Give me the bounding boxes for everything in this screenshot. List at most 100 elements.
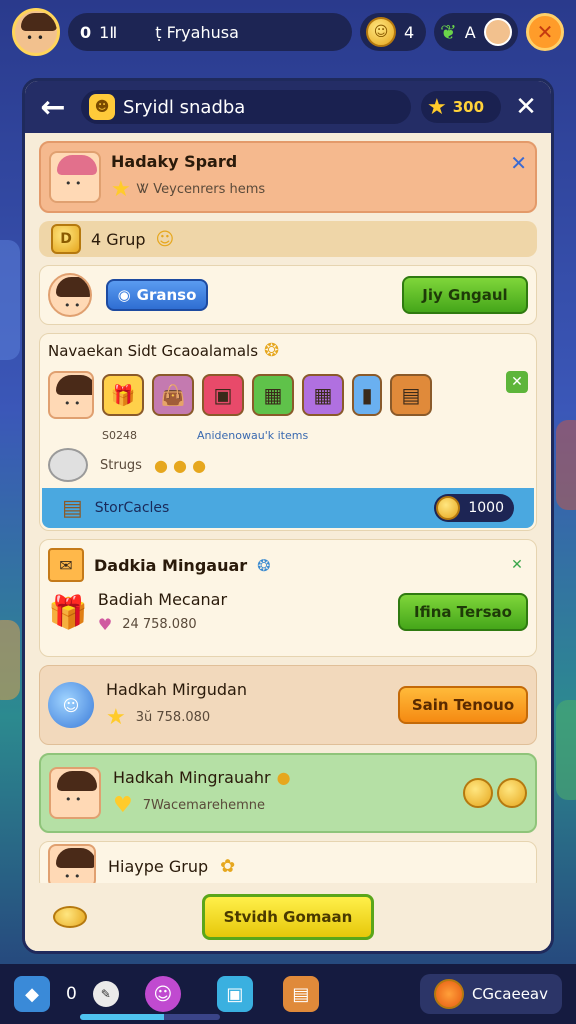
group-member-portrait [48, 273, 92, 317]
join-group-label: Jiy Gngaul [422, 286, 508, 304]
level-code: 1Ⅱ [99, 22, 118, 42]
coin-stack-icon [53, 906, 87, 928]
coin-icon [463, 778, 493, 808]
nav-progress-fill [80, 1014, 164, 1020]
inventory-count: S0248 [102, 429, 137, 442]
store-bar-price: 1000 [434, 494, 514, 522]
score-pill: ★ 300 [421, 91, 501, 123]
dots-icon: ● ● ● [153, 455, 207, 475]
panel-content: Hadaky Spard ★ Ꮤ Veycenrers hems ✕ D 4 G… [25, 133, 551, 907]
mission1-name: Badiah Mecanar [97, 590, 228, 609]
group-badge-icon: D [51, 224, 81, 254]
star-icon: ★ [111, 177, 131, 202]
wooden-chest-icon[interactable]: ▤ [390, 374, 432, 416]
chest-button[interactable]: CGcaeeav [419, 974, 562, 1014]
blue-jar-icon[interactable]: ▮ [352, 374, 382, 416]
coin-icon: ☺ [366, 17, 396, 47]
star-icon: ★ [427, 94, 447, 120]
mission-card-3: Hadkah Mingrauahr ● ♥ 7Wacemarehemne [39, 753, 537, 833]
panel-title-pill: ☻ Sryidl snadba [81, 90, 411, 124]
smile-nav-icon[interactable]: ☺ [144, 976, 181, 1012]
nav-count: 0 [66, 984, 77, 1004]
level-number: 0 [80, 22, 92, 42]
mission3-portrait [49, 767, 101, 819]
mission-card-2: ☺ Hadkah Mirgudan ★ 3ŭ 758.080 Sain Teno… [39, 665, 537, 745]
mission1-button[interactable]: Ifina Tersao [398, 593, 528, 631]
coin-icon [497, 778, 527, 808]
panel-title: Sryidl snadba [123, 96, 246, 118]
green-crate-icon[interactable]: ▦ [252, 374, 294, 416]
envelope-icon: ✉ [48, 548, 84, 582]
heart-icon: ♥ [97, 615, 113, 634]
background-tower [0, 240, 20, 360]
inventory-owner-portrait [48, 371, 94, 419]
mission-card-1: ✉ Dadkia Mingauar ❂ ✕ 🎁 Badiah Mecanar ♥… [39, 539, 537, 657]
strings-label: Strugs [100, 457, 142, 473]
badge-icon: ❂ [264, 340, 280, 361]
blue-orb-icon: ☺ [48, 682, 94, 728]
heart-badge-icon: ♥ [113, 793, 133, 818]
mission3-name: Hadkah Mingrauahr [113, 768, 271, 787]
inventory-close-icon[interactable]: ✕ [506, 371, 528, 393]
back-arrow-icon[interactable]: ← [35, 90, 71, 125]
group-tag-label: Granso [136, 286, 197, 304]
background-tree [556, 700, 576, 800]
main-action-label: Stvidh Gomaan [223, 908, 353, 926]
treasure-box-icon[interactable]: ▣ [202, 374, 244, 416]
gift-icon: 🎁 [48, 593, 88, 631]
coin-icon [436, 496, 461, 520]
inventory-title: Navaekan Sidt Gcaoalamals [48, 341, 259, 360]
info-icon: ◉ [117, 286, 131, 304]
nav-progress-bar [80, 1014, 220, 1020]
bag-nav-icon[interactable]: ▤ [282, 976, 319, 1012]
group-label: 4 Grup [91, 229, 146, 249]
purple-crate-icon[interactable]: ▦ [302, 374, 344, 416]
store-bar[interactable]: ▤ StorCacles 1000 [42, 488, 534, 528]
social-panel: ← ☻ Sryidl snadba ★ 300 ✕ Hadaky Spard ★… [22, 78, 554, 954]
close-icon[interactable]: ✕ [511, 92, 541, 122]
store-bar-value: 1000 [468, 500, 504, 516]
purse-icon[interactable]: 👜 [152, 374, 194, 416]
chat-icon[interactable]: ✎ [92, 981, 119, 1007]
settings-close-button[interactable]: ✕ [526, 13, 564, 51]
inventory-card: Navaekan Sidt Gcaoalamals ❂ 🎁 👜 ▣ ▦ ▦ ▮ … [39, 333, 537, 531]
mission1-button-label: Ifina Tersao [414, 603, 512, 621]
shield-icon: ☻ [89, 94, 115, 120]
strings-icon [48, 448, 88, 482]
panel-header: ← ☻ Sryidl snadba ★ 300 ✕ [25, 81, 551, 133]
leaf-icon: ✿ [220, 855, 236, 877]
featured-card[interactable]: Hadaky Spard ★ Ꮤ Veycenrers hems ✕ [39, 141, 537, 213]
mission1-value: 24 758.080 [122, 617, 197, 632]
coin-counter[interactable]: ☺ 4 [360, 13, 426, 51]
bottom-nav: ◆ 0 ✎ ☺ ▣ ▤ CGcaeeav [0, 964, 576, 1024]
mission2-button-label: Sain Tenouo [411, 696, 515, 714]
mission1-close-icon[interactable]: ✕ [506, 554, 528, 576]
join-group-button[interactable]: Jiy Gngaul [402, 276, 528, 314]
group-tag-button[interactable]: ◉ Granso [106, 279, 208, 311]
mission1-title: Dadkia Mingauar [94, 555, 248, 575]
player-info-pill[interactable]: 0 1Ⅱ ṭ Fryahusa [68, 13, 352, 51]
smile-icon: ☺ [155, 228, 175, 250]
badge-icon: ❂ [257, 555, 271, 575]
cube-icon[interactable]: ◆ [14, 976, 50, 1012]
mission2-button[interactable]: Sain Tenouo [398, 686, 528, 724]
player-avatar[interactable] [12, 8, 60, 56]
star-icon: ★ [106, 705, 126, 730]
main-action-button[interactable]: Stvidh Gomaan [202, 894, 374, 940]
mission2-value: 3ŭ 758.080 [135, 710, 211, 725]
gift-bag-icon[interactable]: 🎁 [102, 374, 144, 416]
coin-icon [53, 906, 87, 928]
inventory-desc: Anidenowau'k items [196, 429, 309, 442]
featured-name: Hadaky Spard [111, 152, 238, 171]
mission3-sub: 7Wacemarehemne [142, 798, 265, 813]
box-nav-icon[interactable]: ▣ [216, 976, 253, 1012]
friend-avatar[interactable] [483, 18, 512, 46]
background-shop [0, 620, 20, 700]
featured-portrait [49, 151, 101, 203]
coin-icon [433, 979, 464, 1009]
close-icon[interactable]: ✕ [510, 151, 527, 175]
background-house [556, 420, 576, 510]
group-header: D 4 Grup ☺ [39, 221, 537, 257]
cookie-icon: ● [276, 768, 291, 787]
gem-counter[interactable]: ❦ A [434, 13, 518, 51]
